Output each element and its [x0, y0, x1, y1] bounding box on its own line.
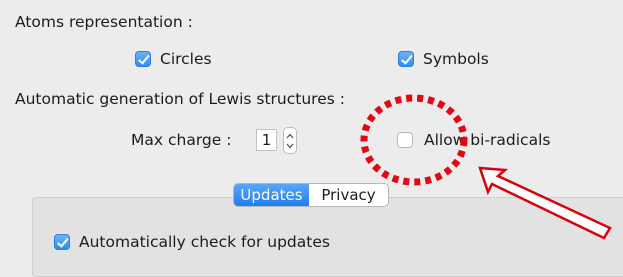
highlight-dotted-circle: [360, 94, 468, 186]
annotation-overlay: [360, 94, 612, 240]
pointer-arrow-icon: [478, 166, 612, 240]
